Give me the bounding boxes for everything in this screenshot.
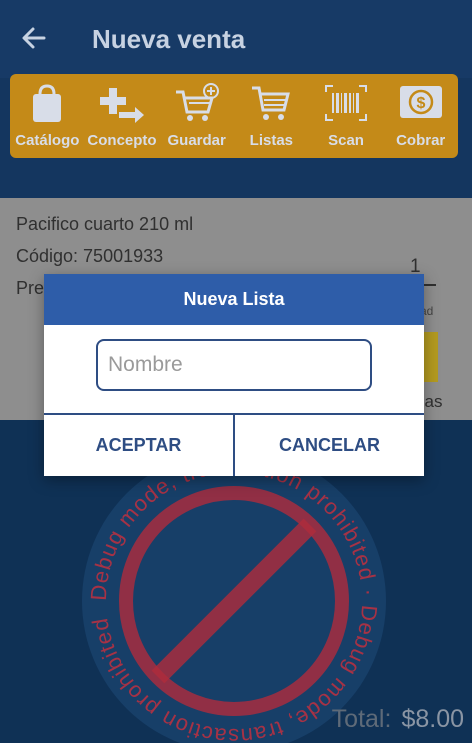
- cart-add-icon: [175, 83, 219, 121]
- product-price-label: Pre: [16, 278, 45, 298]
- save-label: Guardar: [167, 132, 226, 149]
- svg-text:$: $: [416, 95, 425, 112]
- scan-label: Scan: [328, 132, 364, 149]
- dollar-icon: $: [399, 86, 442, 118]
- page-title: Nueva venta: [92, 24, 246, 54]
- prohibited-stamp-icon: Debug mode, transaction prohibited · Deb…: [82, 449, 386, 743]
- barcode-icon: [325, 85, 368, 121]
- lists-label: Listas: [249, 132, 294, 149]
- charge-label: Cobrar: [396, 132, 446, 149]
- total-label: Total:: [331, 705, 392, 733]
- bag-icon: [33, 84, 62, 122]
- list-name-input[interactable]: [96, 339, 372, 391]
- cart-list-icon: [252, 86, 291, 120]
- app-bar: Nueva venta: [0, 0, 472, 78]
- accept-button[interactable]: ACEPTAR: [44, 415, 233, 476]
- catalog-label: Catálogo: [15, 132, 80, 149]
- save-button[interactable]: Guardar: [159, 74, 234, 158]
- concept-label: Concepto: [87, 132, 157, 149]
- total-amount: $8.00: [401, 705, 464, 733]
- cancel-button[interactable]: CANCELAR: [235, 415, 424, 476]
- lists-button[interactable]: Listas: [234, 74, 309, 158]
- product-name: Pacifico cuarto 210 ml: [16, 214, 194, 234]
- total-display: Total: $8.00: [332, 705, 464, 734]
- action-toolbar: Catálogo Concepto Guardar Listas Scan $ …: [10, 74, 458, 158]
- concept-button[interactable]: Concepto: [85, 74, 160, 158]
- plus-arrow-icon: [100, 88, 144, 123]
- new-list-dialog: Nueva Lista ACEPTAR CANCELAR: [44, 274, 424, 476]
- dialog-title: Nueva Lista: [44, 274, 424, 325]
- catalog-button[interactable]: Catálogo: [10, 74, 85, 158]
- scan-button[interactable]: Scan: [309, 74, 384, 158]
- arrow-left-icon[interactable]: [20, 24, 48, 52]
- product-code: Código: 75001933: [16, 246, 164, 266]
- charge-button[interactable]: $ Cobrar: [383, 74, 458, 158]
